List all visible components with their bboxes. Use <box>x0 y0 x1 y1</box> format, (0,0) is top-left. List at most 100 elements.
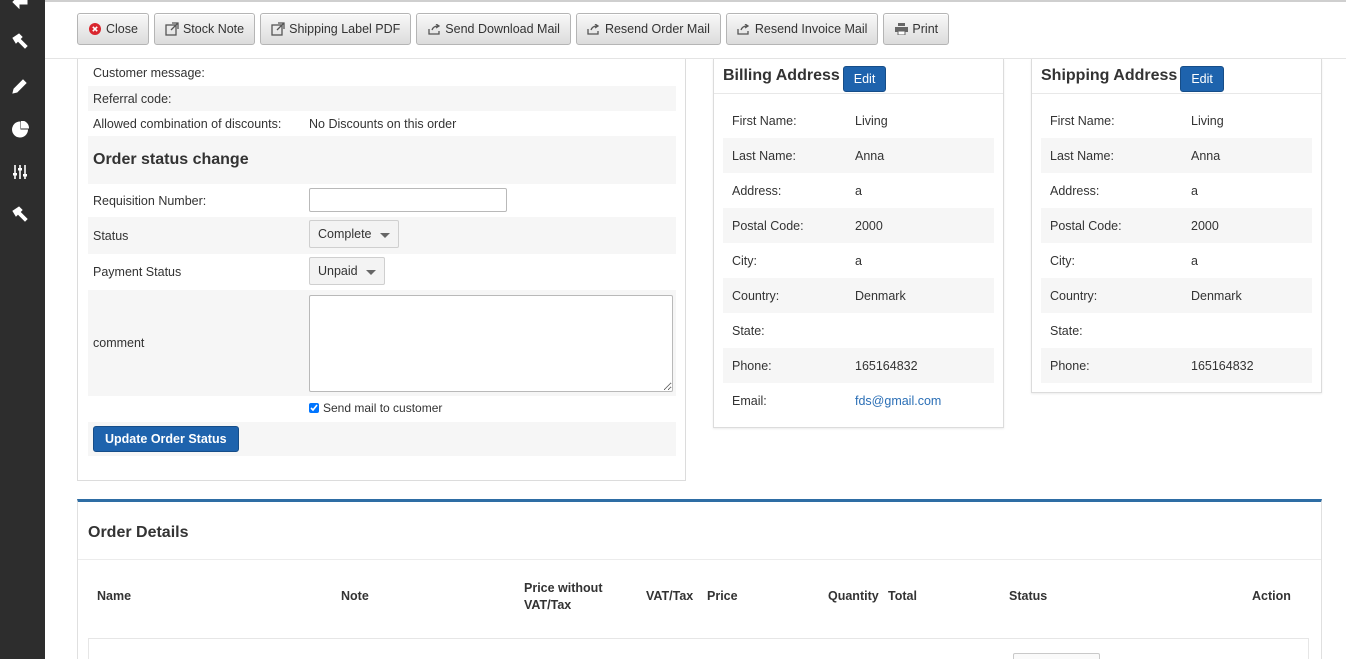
field-label: First Name: <box>1050 113 1115 128</box>
requisition-number-input[interactable] <box>309 188 507 212</box>
shipping-state-row: State: <box>1041 313 1312 348</box>
header-divider <box>714 93 1003 94</box>
caret-down-icon <box>365 269 376 275</box>
action-toolbar: Close Stock Note Shipping Label PDF Send… <box>77 13 950 45</box>
shipping-address-row: Address: a <box>1041 173 1312 208</box>
order-details-title: Order Details <box>88 524 189 541</box>
sliders-icon[interactable] <box>10 162 30 182</box>
col-header-quantity[interactable]: Quantity <box>828 588 879 605</box>
field-label: First Name: <box>732 113 797 128</box>
col-header-note[interactable]: Note <box>341 588 369 605</box>
col-header-total[interactable]: Total <box>888 588 917 605</box>
send-mail-checkbox-row[interactable]: Send mail to customer <box>309 401 442 415</box>
col-header-price-without-vat-line1: Price without <box>524 581 603 595</box>
field-label: Country: <box>1050 288 1098 303</box>
back-arrow-icon[interactable] <box>10 0 30 12</box>
payment-status-row: Payment Status Unpaid <box>88 254 676 290</box>
status-change-header: Order status change <box>88 136 676 184</box>
billing-address-title: Billing Address <box>723 67 840 84</box>
field-value: a <box>855 253 862 268</box>
requisition-row: Requisition Number: <box>88 185 676 217</box>
hammer-icon[interactable] <box>10 32 30 52</box>
order-info-panel: Customer message: Referral code: Allowed… <box>77 59 686 481</box>
edit-shipping-button[interactable]: Edit <box>1180 66 1224 92</box>
discounts-value: No Discounts on this order <box>309 116 457 131</box>
col-header-price-without-vat[interactable]: Price without VAT/Tax <box>524 580 602 614</box>
external-link-icon <box>165 22 179 36</box>
referral-code-label: Referral code: <box>93 91 172 106</box>
billing-country-row: Country: Denmark <box>723 278 994 313</box>
field-label: Address: <box>1050 183 1100 198</box>
field-label: Last Name: <box>1050 148 1114 163</box>
field-value: Living <box>855 113 888 128</box>
col-header-vat[interactable]: VAT/Tax <box>646 588 693 605</box>
shipping-label-pdf-button[interactable]: Shipping Label PDF <box>260 13 412 45</box>
field-label: Phone: <box>732 358 772 373</box>
field-value: 165164832 <box>1191 358 1254 373</box>
pencil-icon[interactable] <box>10 76 30 96</box>
col-header-name[interactable]: Name <box>97 588 131 605</box>
customer-message-row: Customer message: <box>88 61 676 85</box>
shipping-country-row: Country: Denmark <box>1041 278 1312 313</box>
item-status-dropdown[interactable] <box>1013 653 1100 659</box>
share-icon <box>587 22 601 36</box>
shipping-first-name-row: First Name: Living <box>1041 103 1312 138</box>
shipping-address-header: Shipping Address Edit <box>1041 61 1224 92</box>
hammer-icon[interactable] <box>10 205 30 225</box>
field-label: Postal Code: <box>732 218 804 233</box>
field-value: a <box>1191 253 1198 268</box>
payment-status-dropdown[interactable]: Unpaid <box>309 257 385 285</box>
stock-note-button[interactable]: Stock Note <box>153 13 256 45</box>
resend-invoice-mail-button[interactable]: Resend Invoice Mail <box>725 13 879 45</box>
share-icon <box>427 22 441 36</box>
print-button[interactable]: Print <box>883 13 950 45</box>
comment-textarea[interactable] <box>309 295 673 392</box>
field-value: 2000 <box>1191 218 1219 233</box>
col-header-price-without-vat-line2: VAT/Tax <box>524 598 572 612</box>
field-value: 165164832 <box>855 358 918 373</box>
field-label: Email: <box>732 393 767 408</box>
shipping-city-row: City: a <box>1041 243 1312 278</box>
billing-city-row: City: a <box>723 243 994 278</box>
discounts-label: Allowed combination of discounts: <box>93 116 282 131</box>
billing-last-name-row: Last Name: Anna <box>723 138 994 173</box>
send-download-mail-button[interactable]: Send Download Mail <box>416 13 571 45</box>
shipping-address-panel: Shipping Address Edit First Name: Living … <box>1031 59 1322 393</box>
billing-address-row: Address: a <box>723 173 994 208</box>
col-header-action[interactable]: Action <box>1252 588 1291 605</box>
field-label: Phone: <box>1050 358 1090 373</box>
caret-down-icon <box>379 232 390 238</box>
send-mail-checkbox[interactable] <box>309 403 319 413</box>
billing-phone-row: Phone: 165164832 <box>723 348 994 383</box>
status-selected-value: Complete <box>318 227 372 241</box>
field-value: Anna <box>855 148 885 163</box>
close-button[interactable]: Close <box>77 13 149 45</box>
field-label: City: <box>732 253 757 268</box>
shipping-postal-code-row: Postal Code: 2000 <box>1041 208 1312 243</box>
field-value: a <box>855 183 862 198</box>
pie-chart-icon[interactable] <box>10 119 30 139</box>
billing-state-row: State: <box>723 313 994 348</box>
share-icon <box>737 22 751 36</box>
update-order-status-button[interactable]: Update Order Status <box>93 426 239 452</box>
external-link-icon <box>271 22 285 36</box>
billing-email-row: Email: fds@gmail.com <box>723 383 994 418</box>
col-header-status[interactable]: Status <box>1009 588 1047 605</box>
field-value: Denmark <box>1191 288 1242 303</box>
comment-row: comment <box>88 290 676 396</box>
shipping-address-title: Shipping Address <box>1041 67 1178 84</box>
field-label: City: <box>1050 253 1075 268</box>
referral-code-row: Referral code: <box>88 86 676 111</box>
field-label: State: <box>1050 323 1083 338</box>
status-dropdown[interactable]: Complete <box>309 220 399 248</box>
header-divider <box>1032 93 1321 94</box>
field-value: Living <box>1191 113 1224 128</box>
field-value: 2000 <box>855 218 883 233</box>
edit-billing-button[interactable]: Edit <box>842 66 887 92</box>
printer-icon <box>894 22 908 36</box>
shipping-last-name-row: Last Name: Anna <box>1041 138 1312 173</box>
resend-order-mail-button[interactable]: Resend Order Mail <box>575 13 721 45</box>
billing-email-link[interactable]: fds@gmail.com <box>855 394 941 408</box>
col-header-price[interactable]: Price <box>707 588 738 605</box>
order-items-table-body <box>88 638 1309 659</box>
